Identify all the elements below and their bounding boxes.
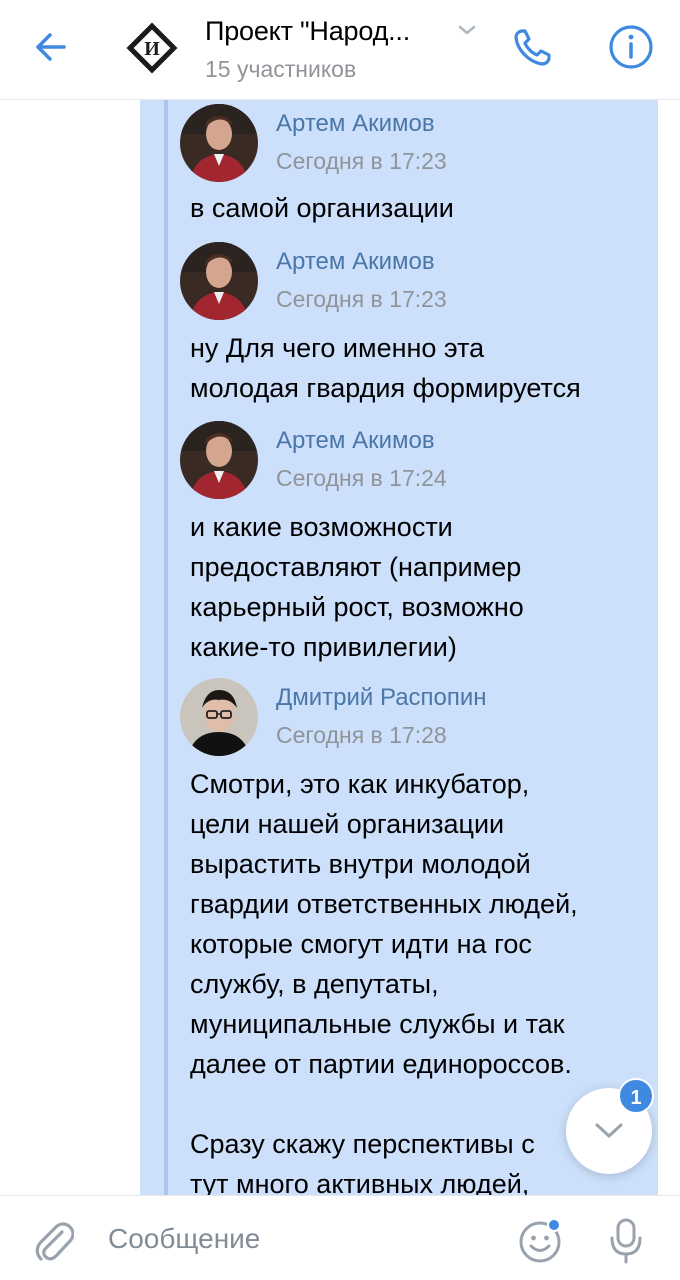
message-author[interactable]: Артем Акимов	[276, 110, 435, 138]
paperclip-icon[interactable]	[32, 1218, 74, 1264]
avatar[interactable]	[180, 104, 258, 182]
avatar[interactable]	[180, 678, 258, 756]
message-time: Сегодня в 17:23	[276, 148, 447, 174]
avatar[interactable]	[180, 242, 258, 320]
svg-text:И: И	[144, 38, 160, 60]
message-input[interactable]	[108, 1214, 488, 1264]
chevron-down-icon[interactable]	[456, 22, 478, 38]
message-author[interactable]: Артем Акимов	[276, 427, 435, 455]
back-arrow-icon[interactable]	[28, 22, 78, 72]
message-time: Сегодня в 17:23	[276, 286, 447, 312]
info-icon[interactable]	[606, 22, 656, 72]
avatar[interactable]	[180, 421, 258, 499]
chat-header: И Проект "Народ... 15 участников	[0, 0, 680, 100]
message-composer	[0, 1195, 680, 1280]
message-author[interactable]: Артем Акимов	[276, 248, 435, 276]
message-text: в самой организации	[190, 193, 454, 223]
message-text: ну Для чего именно эта молодая гвардия ф…	[190, 333, 581, 403]
message-time: Сегодня в 17:24	[276, 465, 447, 491]
chat-logo[interactable]: И	[122, 18, 182, 78]
unread-badge: 1	[618, 1078, 654, 1114]
chat-title[interactable]: Проект "Народ...	[205, 16, 410, 47]
emoji-icon[interactable]	[516, 1216, 564, 1264]
forwarded-rule	[164, 100, 168, 1195]
participants-count: 15 участников	[205, 56, 357, 82]
message-author[interactable]: Дмитрий Распопин	[276, 684, 487, 712]
microphone-icon[interactable]	[604, 1216, 648, 1266]
message-time: Сегодня в 17:28	[276, 722, 447, 748]
message-list[interactable]: Артем Акимов Сегодня в 17:23 в самой орг…	[0, 100, 680, 1195]
message-text: и какие возможности предоставляют (напри…	[190, 512, 524, 662]
chevron-down-icon	[595, 1123, 623, 1138]
phone-icon[interactable]	[508, 22, 558, 72]
